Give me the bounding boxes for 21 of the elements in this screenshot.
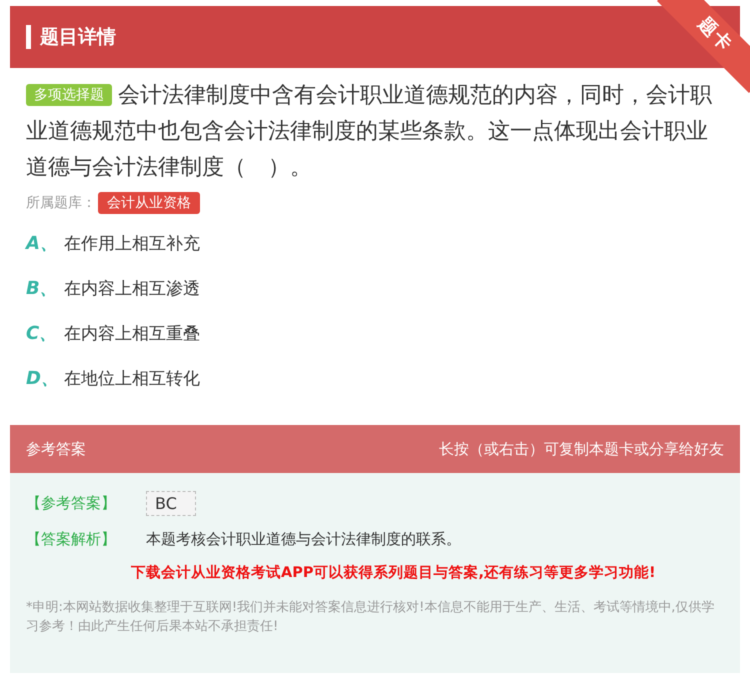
disclaimer-text: *申明:本网站数据收集整理于互联网!我们并未能对答案信息进行核对!本信息不能用于生产、生活、考试等情境中,仅供学习参考！由此产生任何后果本站不承担责任! — [26, 599, 716, 636]
option-text: 在内容上相互渗透 — [64, 278, 200, 300]
option-letter: A、 — [26, 232, 54, 255]
option-text: 在地位上相互转化 — [64, 368, 200, 390]
option-letter: B、 — [26, 277, 54, 300]
section-title: 题目详情 — [40, 25, 116, 50]
promo-text: 下载会计从业资格考试APP可以获得系列题目与答案,还有练习等更多学习功能! — [130, 563, 657, 582]
answer-label: 【参考答案】 — [26, 494, 117, 513]
option-letter: D、 — [26, 367, 54, 390]
option-text: 在作用上相互补充 — [64, 232, 200, 254]
option-letter: C、 — [26, 322, 54, 345]
bank-tag[interactable]: 会计从业资格 — [98, 192, 200, 214]
answer-title: 参考答案 — [26, 440, 86, 458]
accent-bar — [26, 25, 31, 49]
question-type-badge: 多项选择题 — [26, 84, 112, 106]
analysis-label: 【答案解析】 — [26, 530, 117, 549]
analysis-text: 本题考核会计职业道德与会计法律制度的联系。 — [146, 530, 461, 549]
answer-value: BC — [146, 491, 196, 516]
bank-label: 所属题库： — [26, 194, 96, 212]
option-text: 在内容上相互重叠 — [64, 322, 200, 344]
share-hint: 长按（或右击）可复制本题卡或分享给好友 — [439, 440, 724, 458]
